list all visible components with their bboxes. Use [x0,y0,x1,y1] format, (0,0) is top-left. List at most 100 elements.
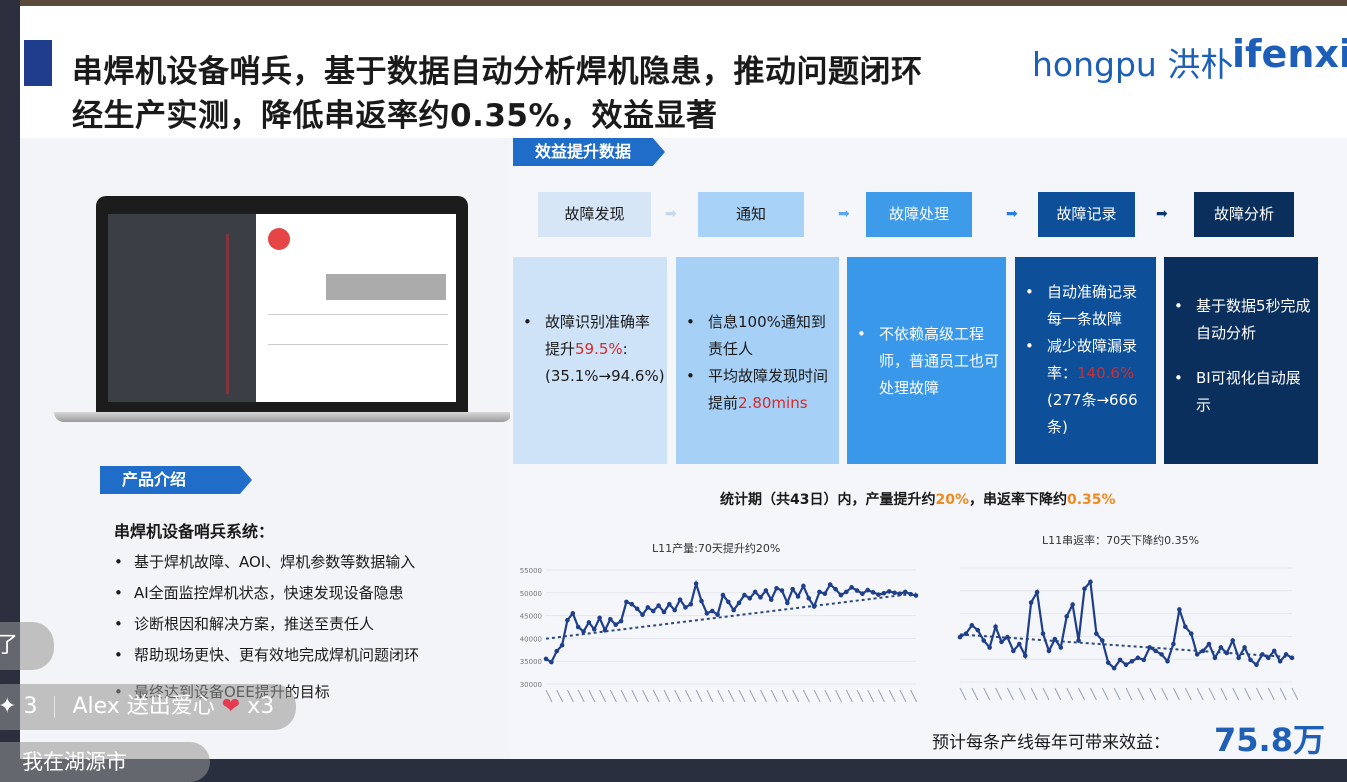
data-point [640,612,645,617]
x-tick-mark [1078,687,1086,701]
step-fault-handling: 故障处理 [866,192,972,237]
x-tick-mark [674,689,682,703]
data-point [987,645,992,650]
data-point [1182,624,1188,630]
x-tick-mark [1279,687,1287,701]
data-point [1082,586,1087,592]
heart-icon: ❤ [221,694,241,719]
data-point [1070,602,1075,607]
laptop-screen-divider [268,314,448,315]
data-point [693,581,699,586]
data-point [1040,631,1046,636]
gift-multiplier: x3 [247,694,275,719]
data-point [565,617,570,623]
laptop-screen-content [108,214,456,402]
x-tick-mark [1255,687,1263,701]
benefit-footer-value: 75.8万 [1214,721,1325,759]
chart1-title: L11产量:70天提升约20% [652,542,781,555]
x-tick-mark [792,689,800,703]
data-point [661,609,667,615]
data-point [1105,660,1111,665]
x-tick-mark [910,689,918,703]
x-tick-mark [971,687,979,701]
x-tick-mark [706,689,714,703]
x-tick-mark [545,689,553,703]
x-tick-mark [899,689,907,703]
y-tick-label: 55000 [520,567,542,575]
data-point [554,648,560,654]
benefit-footer-label: 预计每条产线每年可带来效益： [932,733,1170,753]
data-point [699,598,704,604]
data-point [827,582,833,587]
x-tick-mark [845,689,853,703]
gift-divider [54,696,56,718]
series-line [959,579,1293,670]
data-point [817,589,822,595]
laptop-screen-table [108,214,256,402]
data-point [1141,657,1147,663]
gift-sparkle-icon: ✦ [0,694,17,719]
data-point [763,588,769,593]
data-point [591,626,597,632]
x-tick-mark [995,687,1003,701]
x-tick-mark [1267,687,1275,701]
data-point [624,599,629,605]
y-tick-label: 35000 [520,658,542,666]
x-tick-mark [1220,687,1228,701]
x-tick-mark [802,689,810,703]
x-tick-mark [1161,687,1169,701]
x-tick-mark [652,689,660,703]
data-point [801,583,806,589]
data-point [602,627,608,633]
data-point [1076,638,1081,643]
x-tick-mark [1291,687,1298,701]
data-point [688,601,694,607]
data-point [892,590,897,596]
benefit-col-notify: 信息100%通知到责任人平均故障发现时间提前2.80mins [676,257,839,464]
data-point [709,608,715,614]
data-point [1194,652,1200,657]
data-point [1236,655,1241,661]
step-arrow-icon: ➡ [838,206,850,222]
data-point [1011,648,1016,654]
x-tick-mark [1113,687,1121,701]
x-tick-mark [1149,687,1157,701]
data-point [822,591,828,597]
output-line-chart: 30000 35000 40000 45000 50000 55000 [520,567,919,703]
y-tick-label: 30000 [520,681,542,689]
data-point [758,595,763,600]
x-tick-mark [1042,687,1050,701]
step-arrow-icon: ➡ [665,206,677,222]
data-point [634,606,640,612]
x-tick-mark [1054,687,1062,701]
step-notify: 通知 [698,192,804,237]
step-fault-analysis: 故障分析 [1194,192,1294,237]
x-tick-mark [983,687,991,701]
data-point [650,608,656,614]
data-point [1111,665,1117,671]
data-point [963,631,969,636]
data-point [1028,600,1034,605]
benefit-col-record: 自动准确记录每一条故障减少故障漏录率：140.6%(277条→666条) [1015,257,1156,464]
x-tick-mark [631,689,639,703]
x-tick-mark [867,689,875,703]
data-point [1271,648,1277,654]
y-tick-label: 40000 [520,635,542,643]
data-point [860,591,865,597]
x-tick-mark [609,689,617,703]
data-point [731,607,736,613]
live-comment-bubble: 我在湖源市 [0,742,210,782]
x-tick-mark [1137,687,1145,701]
data-point [726,599,731,605]
data-point [993,624,998,630]
x-tick-mark [1125,687,1133,701]
data-point [1034,589,1040,595]
series-line [545,579,917,664]
x-tick-mark [717,689,725,703]
laptop-base [54,412,512,422]
data-point [1254,662,1259,668]
data-point [1248,657,1253,663]
x-tick-mark [749,689,757,703]
data-point [876,592,881,597]
x-tick-mark [1066,687,1074,701]
